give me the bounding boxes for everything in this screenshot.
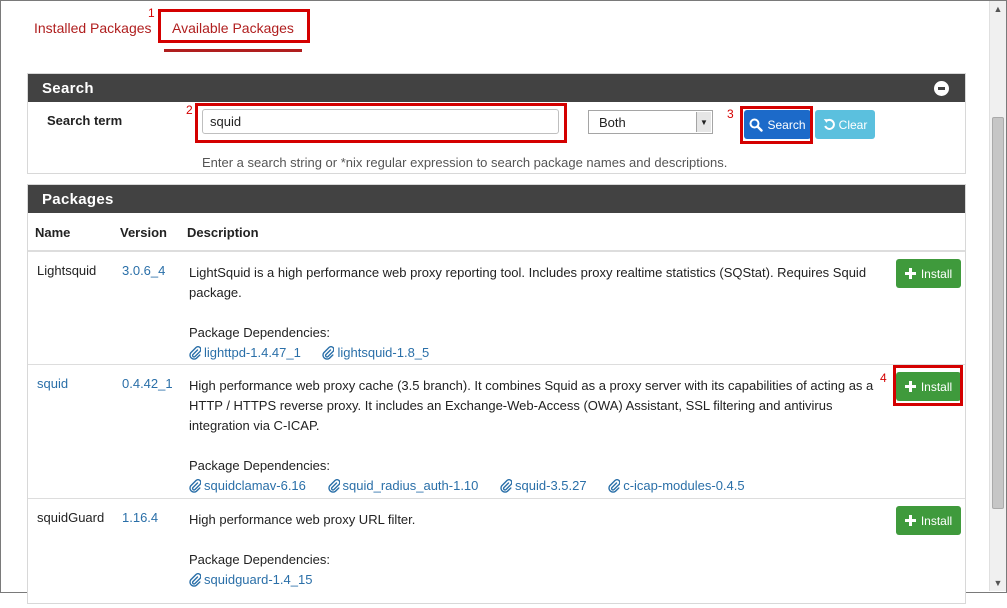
dependencies-list: squidclamav-6.16 squid_radius_auth-1.10 …: [189, 476, 889, 499]
search-term-label: Search term: [47, 113, 123, 128]
dependencies-label: Package Dependencies:: [189, 458, 330, 473]
annotation-number-3: 3: [727, 107, 734, 121]
dependency-link[interactable]: lightsquid-1.8_5: [322, 343, 429, 363]
package-description-text: High performance web proxy URL filter.: [189, 512, 416, 527]
dependencies-label: Package Dependencies:: [189, 552, 330, 567]
install-button-lightsquid[interactable]: Install: [896, 259, 961, 288]
package-name: Lightsquid: [37, 263, 97, 278]
annotation-number-4: 4: [880, 371, 887, 385]
annotation-box-1: [158, 9, 310, 43]
scroll-down-arrow-icon[interactable]: ▼: [990, 575, 1006, 591]
package-description: LightSquid is a high performance web pro…: [189, 263, 889, 366]
clear-button[interactable]: Clear: [815, 110, 875, 139]
table-row: squidGuard 1.16.4 High performance web p…: [28, 498, 965, 608]
clear-button-label: Clear: [838, 117, 868, 132]
install-button-label: Install: [920, 266, 953, 281]
search-scope-value: Both: [599, 115, 626, 130]
chevron-down-icon: ▼: [696, 112, 711, 132]
dependency-link[interactable]: squidclamav-6.16: [189, 476, 306, 496]
dependencies-label: Package Dependencies:: [189, 325, 330, 340]
dependency-label: squid_radius_auth-1.10: [342, 478, 479, 493]
column-header-description: Description: [187, 225, 259, 240]
dependency-label: lightsquid-1.8_5: [337, 345, 430, 360]
install-button-label: Install: [920, 513, 953, 528]
dependency-link[interactable]: c-icap-modules-0.4.5: [608, 476, 745, 496]
paperclip-icon: [189, 479, 201, 493]
package-version: 0.4.42_1: [122, 376, 173, 391]
dependency-link[interactable]: squidguard-1.4_15: [189, 570, 312, 590]
annotation-number-2: 2: [186, 103, 193, 117]
paperclip-icon: [189, 346, 201, 360]
plus-icon: [904, 515, 916, 526]
dependency-label: lighttpd-1.4.47_1: [204, 345, 301, 360]
annotation-box-2: [195, 103, 567, 143]
collapse-icon[interactable]: [934, 81, 949, 96]
package-name: squidGuard: [37, 510, 105, 525]
package-version-link[interactable]: 3.0.6_4: [122, 263, 165, 278]
table-row: Lightsquid 3.0.6_4 LightSquid is a high …: [28, 251, 965, 364]
dependency-link[interactable]: lighttpd-1.4.47_1: [189, 343, 301, 363]
package-version-link[interactable]: 1.16.4: [122, 510, 158, 525]
dependency-label: squidguard-1.4_15: [204, 572, 313, 587]
paperclip-icon: [500, 479, 513, 493]
column-header-name: Name: [35, 225, 71, 240]
column-header-version: Version: [120, 225, 167, 240]
search-panel-title: Search: [28, 74, 965, 102]
package-description-text: LightSquid is a high performance web pro…: [189, 265, 867, 300]
dependencies-list: lighttpd-1.4.47_1 lightsquid-1.8_5: [189, 343, 889, 366]
package-description: High performance web proxy URL filter. P…: [189, 510, 889, 593]
tab-installed-packages[interactable]: Installed Packages: [34, 20, 152, 36]
search-help-text: Enter a search string or *nix regular ex…: [202, 155, 728, 170]
dependencies-list: squidguard-1.4_15: [189, 570, 889, 593]
packages-panel: Packages Name Version Description Lights…: [27, 184, 966, 604]
annotation-number-1: 1: [148, 6, 155, 20]
install-button-squidguard[interactable]: Install: [896, 506, 961, 535]
paperclip-icon: [327, 479, 340, 493]
table-row: squid 0.4.42_1 High performance web prox…: [28, 364, 965, 498]
dependency-label: squid-3.5.27: [515, 478, 587, 493]
dependency-link[interactable]: squid_radius_auth-1.10: [327, 476, 479, 496]
packages-panel-title: Packages: [28, 185, 965, 213]
package-description: High performance web proxy cache (3.5 br…: [189, 376, 889, 499]
paperclip-icon: [322, 346, 335, 360]
undo-icon: [823, 118, 835, 130]
annotation-box-3: [740, 106, 813, 144]
package-name-link[interactable]: squid: [37, 376, 68, 391]
dependency-link[interactable]: squid-3.5.27: [500, 476, 587, 496]
active-tab-underline: [164, 49, 302, 52]
scrollbar-thumb[interactable]: [992, 117, 1004, 509]
dependency-label: squidclamav-6.16: [204, 478, 306, 493]
scroll-up-arrow-icon[interactable]: ▲: [990, 1, 1006, 17]
vertical-scrollbar[interactable]: ▲ ▼: [989, 1, 1006, 591]
paperclip-icon: [189, 573, 201, 587]
package-description-text: High performance web proxy cache (3.5 br…: [189, 378, 874, 433]
search-scope-select[interactable]: Both ▼: [588, 110, 713, 134]
plus-icon: [904, 268, 916, 279]
dependency-label: c-icap-modules-0.4.5: [623, 478, 745, 493]
paperclip-icon: [608, 479, 621, 493]
annotation-box-4: [893, 365, 963, 406]
